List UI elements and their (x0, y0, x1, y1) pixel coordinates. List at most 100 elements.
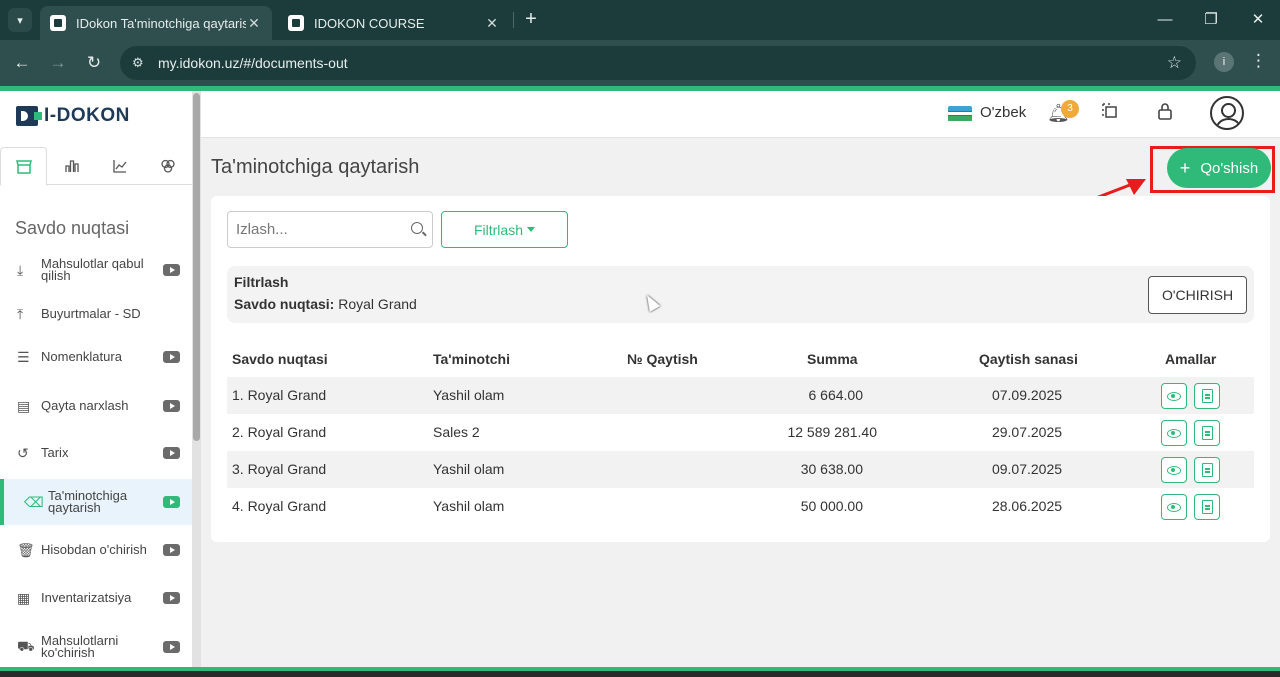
sidebar-item-inventory[interactable]: ▦ Inventarizatsiya (0, 575, 192, 621)
sidebar-item-transfer[interactable]: ⛟ Mahsulotlarni ko'chirish (0, 624, 192, 667)
sidebar-item-label: Nomenklatura (41, 349, 122, 364)
view-button[interactable] (1161, 457, 1187, 483)
sidebar-tabs (0, 147, 192, 186)
video-play-icon[interactable] (163, 592, 180, 604)
search-icon[interactable] (411, 222, 423, 234)
store-icon[interactable] (0, 147, 47, 186)
sidebar-item-repricing[interactable]: ▤ Qayta narxlash (0, 383, 192, 429)
sidebar-scrollbar-thumb[interactable] (193, 93, 200, 441)
price-list-icon: ▤ (17, 397, 31, 414)
bar-chart-icon[interactable] (48, 147, 95, 185)
idokon-favicon-icon (288, 15, 304, 31)
view-button[interactable] (1161, 420, 1187, 446)
table-row[interactable]: 1. Royal Grand Yashil olam 6 664.00 07.0… (227, 377, 1254, 414)
cell-store: 3. Royal Grand (232, 461, 327, 477)
document-button[interactable] (1194, 383, 1220, 409)
video-play-icon[interactable] (163, 351, 180, 363)
truck-icon: ⛟ (17, 637, 35, 654)
sidebar-item-product-receive[interactable]: ⤓ Mahsulotlar qabul qilish (0, 247, 192, 293)
minimize-icon[interactable]: — (1150, 8, 1180, 32)
view-button[interactable] (1161, 494, 1187, 520)
logo-text: I-DOKON (44, 105, 130, 126)
logo[interactable]: I-DOKON (16, 105, 130, 127)
document-button[interactable] (1194, 494, 1220, 520)
restore-icon[interactable]: ❐ (1196, 8, 1226, 32)
tab-separator (513, 12, 514, 28)
browser-menu-icon[interactable]: ⋮ (1250, 51, 1267, 71)
fullscreen-icon[interactable] (1101, 102, 1119, 125)
lock-icon[interactable] (1156, 102, 1174, 125)
close-tab-icon[interactable]: ✕ (246, 15, 262, 32)
video-play-icon[interactable] (163, 641, 180, 653)
reload-icon[interactable]: ↻ (82, 51, 106, 75)
browser-tab-active[interactable]: IDokon Ta'minotchiga qaytarish ✕ (40, 6, 272, 40)
sidebar-item-supplier-return[interactable]: ⌫ Ta'minotchiga qaytarish (0, 479, 192, 525)
cell-sum: 12 589 281.40 (787, 424, 877, 440)
url-text: my.idokon.uz/#/documents-out (158, 55, 348, 71)
user-avatar-icon[interactable] (1210, 96, 1244, 130)
tab-search-chevron-icon[interactable]: ▾ (8, 8, 32, 32)
cell-store: 2. Royal Grand (232, 424, 327, 440)
search-box[interactable] (227, 211, 433, 248)
column-header[interactable]: Ta'minotchi (433, 351, 510, 367)
column-header[interactable]: Savdo nuqtasi (232, 351, 328, 367)
column-header[interactable]: Summa (807, 351, 858, 367)
sidebar-item-write-off[interactable]: 🗑 Hisobdan o'chirish (0, 527, 192, 573)
tab-title: IDOKON COURSE (314, 15, 425, 31)
line-chart-icon[interactable] (96, 147, 143, 185)
document-icon (1201, 463, 1213, 477)
circles-icon[interactable] (144, 147, 191, 185)
download-box-icon: ⤓ (17, 261, 24, 278)
filter-button-label: Filtrlash (473, 221, 523, 238)
site-settings-icon[interactable]: ⚙ (132, 55, 152, 71)
sidebar-item-label: Tarix (41, 445, 69, 460)
cell-date: 07.09.2025 (991, 387, 1063, 403)
forward-arrow-icon[interactable]: → (46, 51, 70, 75)
address-bar: ← → ↻ ⚙ my.idokon.uz/#/documents-out ☆ i… (0, 40, 1280, 86)
document-button[interactable] (1194, 457, 1220, 483)
cell-date: 29.07.2025 (991, 424, 1063, 440)
cell-sum: 6 664.00 (808, 387, 864, 403)
sidebar-item-label: Hisobdan o'chirish (41, 542, 147, 557)
eye-icon (1167, 428, 1181, 438)
close-tab-icon[interactable]: ✕ (484, 15, 500, 32)
column-header[interactable]: Qaytish sanasi (979, 351, 1078, 367)
filter-button[interactable]: Filtrlash (441, 211, 568, 248)
upload-box-icon: ⤒ (17, 305, 24, 322)
table-row[interactable]: 3. Royal Grand Yashil olam 30 638.00 09.… (227, 451, 1254, 488)
history-icon: ↺ (17, 444, 29, 461)
table-row[interactable]: 2. Royal Grand Sales 2 12 589 281.40 29.… (227, 414, 1254, 451)
add-button[interactable]: + Qo'shish (1167, 148, 1271, 188)
document-button[interactable] (1194, 420, 1220, 446)
language-selector[interactable]: O'zbek (980, 104, 1026, 121)
video-play-icon[interactable] (163, 400, 180, 412)
filter-store: Savdo nuqtasi: Royal Grand (234, 296, 417, 312)
trash-icon: 🗑 (17, 541, 35, 558)
clear-filters-button[interactable]: O'CHIRISH (1148, 276, 1247, 314)
browser-tab-course[interactable]: IDOKON COURSE ✕ (278, 6, 510, 40)
sidebar-item-nomenclature[interactable]: ☰ Nomenklatura (0, 334, 192, 380)
new-tab-icon[interactable]: + (520, 8, 542, 32)
profile-avatar[interactable]: i (1214, 52, 1234, 72)
url-field[interactable]: ⚙ my.idokon.uz/#/documents-out ☆ (120, 46, 1196, 80)
video-play-icon[interactable] (163, 544, 180, 556)
column-header[interactable]: № Qaytish (627, 351, 698, 367)
view-button[interactable] (1161, 383, 1187, 409)
sidebar-item-orders-sd[interactable]: ⤒ Buyurtmalar - SD (0, 291, 192, 337)
search-input[interactable] (236, 221, 404, 238)
back-arrow-icon[interactable]: ← (10, 51, 34, 75)
document-icon (1201, 389, 1213, 403)
uzbekistan-flag-icon[interactable] (948, 106, 972, 122)
document-icon (1201, 426, 1213, 440)
sidebar-item-history[interactable]: ↺ Tarix (0, 430, 192, 476)
idokon-favicon-icon (50, 15, 66, 31)
table-header: Savdo nuqtasi Ta'minotchi № Qaytish Summ… (227, 348, 1254, 376)
video-play-icon[interactable] (163, 496, 180, 508)
table-row[interactable]: 4. Royal Grand Yashil olam 50 000.00 28.… (227, 488, 1254, 525)
window-close-icon[interactable]: ✕ (1243, 8, 1273, 32)
bookmark-star-icon[interactable]: ☆ (1167, 53, 1182, 73)
video-play-icon[interactable] (163, 264, 180, 276)
tab-title: IDokon Ta'minotchiga qaytarish (76, 15, 246, 31)
browser-tab-bar: ▾ IDokon Ta'minotchiga qaytarish ✕ IDOKO… (0, 0, 1280, 40)
video-play-icon[interactable] (163, 447, 180, 459)
